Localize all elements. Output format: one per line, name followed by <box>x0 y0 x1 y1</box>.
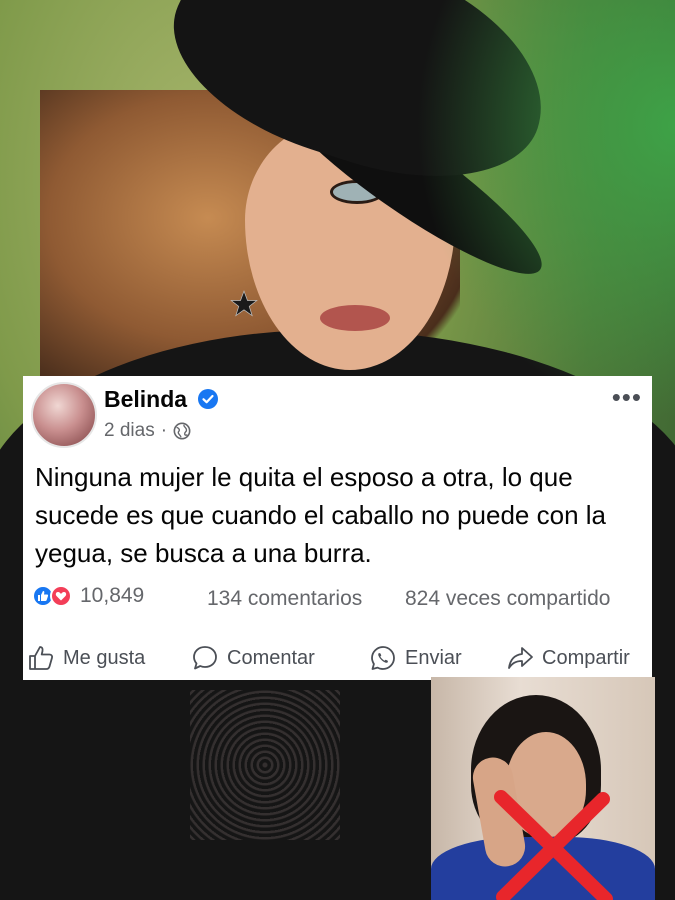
comment-label: Comentar <box>227 646 315 669</box>
send-label: Enviar <box>405 646 462 669</box>
reaction-count: 10,849 <box>80 584 145 607</box>
avatar[interactable] <box>31 382 97 448</box>
more-options-button[interactable]: ••• <box>612 382 642 413</box>
send-button[interactable]: Enviar <box>369 644 462 672</box>
comment-button[interactable]: Comentar <box>191 644 315 672</box>
post-meta: 2 dias · <box>104 420 191 442</box>
share-icon <box>508 647 533 669</box>
lace-detail <box>190 690 340 840</box>
shares-count[interactable]: 824 veces compartido <box>405 587 610 611</box>
post-text: Ninguna mujer le quita el esposo a otra,… <box>35 462 606 568</box>
meta-separator: · <box>160 420 168 441</box>
post-time[interactable]: 2 dias <box>104 420 155 442</box>
share-label: Compartir <box>542 646 630 669</box>
whatsapp-icon <box>371 646 395 670</box>
comments-count[interactable]: 134 comentarios <box>207 587 362 611</box>
like-button[interactable]: Me gusta <box>27 644 145 672</box>
like-label: Me gusta <box>63 646 146 669</box>
share-button[interactable]: Compartir <box>506 644 630 672</box>
facebook-post-card: Belinda 2 dias · ••• Ninguna mujer le qu… <box>23 376 652 680</box>
action-bar: Me gusta Comentar Enviar Compartir <box>23 644 652 678</box>
lips <box>320 305 390 331</box>
inset-photo <box>431 677 655 900</box>
globe-icon <box>173 422 191 440</box>
thumbs-up-icon <box>29 646 54 670</box>
reactions-summary[interactable]: 10,849 <box>32 584 144 608</box>
comment-icon <box>193 646 217 670</box>
author-name[interactable]: Belinda <box>104 386 187 413</box>
star-earring-icon <box>230 290 258 317</box>
red-x-icon <box>494 790 613 900</box>
love-icon <box>50 585 72 607</box>
verified-badge-icon <box>198 389 218 409</box>
